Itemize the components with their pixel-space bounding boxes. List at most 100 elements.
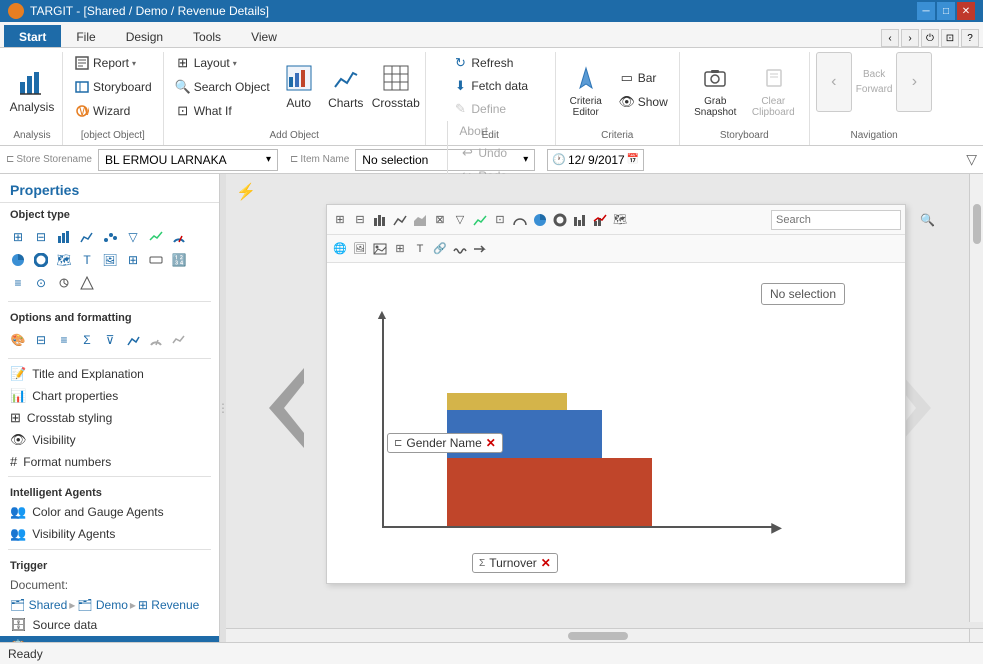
btn5-icon[interactable] bbox=[54, 273, 74, 293]
ct-donut[interactable] bbox=[551, 211, 569, 229]
image-icon[interactable]: 🖼 bbox=[100, 250, 120, 270]
tab-file[interactable]: File bbox=[61, 25, 110, 47]
tab-tools[interactable]: Tools bbox=[178, 25, 236, 47]
ct-cross[interactable]: ⊟ bbox=[351, 211, 369, 229]
canvas-area[interactable]: ⚡ ⊞ ⊟ bbox=[226, 174, 983, 642]
chart-properties-item[interactable]: 📊 Chart properties bbox=[0, 385, 219, 407]
demo-link[interactable]: 🗂 Demo bbox=[77, 598, 128, 612]
opt1-icon[interactable]: 🎨 bbox=[8, 330, 28, 350]
gender-filter-chip[interactable]: ⊏ Gender Name ✕ bbox=[387, 433, 503, 453]
fetch-data-button[interactable]: ⬇ Fetch data bbox=[447, 75, 533, 97]
line-chart-icon[interactable] bbox=[77, 227, 97, 247]
map-icon[interactable]: 🗺 bbox=[54, 250, 74, 270]
scroll-thumb-v[interactable] bbox=[973, 204, 981, 244]
chart-search-input[interactable] bbox=[776, 214, 918, 226]
layout-button[interactable]: ⊞ Layout ▾ bbox=[170, 52, 275, 74]
search-object-button[interactable]: 🔍 Search Object bbox=[170, 76, 275, 98]
btn6-icon[interactable] bbox=[77, 273, 97, 293]
opt2-icon[interactable]: ⊟ bbox=[31, 330, 51, 350]
btn1-icon[interactable] bbox=[146, 250, 166, 270]
ct-map[interactable]: 🗺 bbox=[611, 211, 629, 229]
tab-design[interactable]: Design bbox=[111, 25, 178, 47]
title-explanation-item[interactable]: 📝 Title and Explanation bbox=[0, 363, 219, 385]
tab-start[interactable]: Start bbox=[4, 25, 61, 47]
clear-clipboard-button[interactable]: ClearClipboard bbox=[746, 55, 800, 125]
color-gauge-item[interactable]: 👥 Color and Gauge Agents bbox=[0, 501, 219, 523]
wizard-button[interactable]: W Wizard bbox=[69, 100, 135, 122]
gender-chip-close[interactable]: ✕ bbox=[486, 436, 496, 450]
visibility-item[interactable]: 👁 Visibility bbox=[0, 429, 219, 451]
opt7-icon[interactable] bbox=[146, 330, 166, 350]
canvas-scrollbar-v[interactable] bbox=[969, 174, 983, 622]
visibility-agents-item[interactable]: 👥 Visibility Agents bbox=[0, 523, 219, 545]
scroll-thumb-h[interactable] bbox=[568, 632, 628, 640]
undo-button[interactable]: ↩ Undo bbox=[454, 142, 512, 164]
gauge-icon[interactable] bbox=[169, 227, 189, 247]
table-icon[interactable]: ⊞ bbox=[8, 227, 28, 247]
minimize-button[interactable]: ─ bbox=[917, 2, 935, 20]
refresh-button[interactable]: ↻ Refresh bbox=[447, 52, 518, 74]
crosstab-styling-item[interactable]: ⊞ Crosstab styling bbox=[0, 407, 219, 429]
properties-item[interactable]: 📋 Properties bbox=[0, 636, 219, 642]
ribbon-scroll-right[interactable]: › bbox=[901, 29, 919, 47]
ct-area[interactable] bbox=[411, 211, 429, 229]
bar-button[interactable]: ▭ Bar bbox=[614, 67, 673, 89]
define-button[interactable]: ✎ Define bbox=[447, 98, 511, 120]
show-button[interactable]: 👁 Show bbox=[614, 91, 673, 113]
ct2-wave[interactable] bbox=[451, 240, 469, 258]
opt8-icon[interactable] bbox=[169, 330, 189, 350]
ct2-link[interactable]: 🔗 bbox=[431, 240, 449, 258]
tab-view[interactable]: View bbox=[236, 25, 292, 47]
ct-table[interactable]: ⊞ bbox=[331, 211, 349, 229]
chart-object[interactable]: ⊞ ⊟ ⊠ ▽ ⊡ bbox=[326, 204, 906, 584]
ct2-img[interactable]: 🖼 bbox=[351, 240, 369, 258]
chart-search-box[interactable]: 🔍 bbox=[771, 210, 901, 230]
close-button[interactable]: ✕ bbox=[957, 2, 975, 20]
ct-bar[interactable] bbox=[371, 211, 389, 229]
filter-icon[interactable]: ▽ bbox=[123, 227, 143, 247]
format-numbers-item[interactable]: # Format numbers bbox=[0, 451, 219, 472]
text-icon[interactable]: T bbox=[77, 250, 97, 270]
ct2-grid[interactable]: ⊞ bbox=[391, 240, 409, 258]
turnover-filter-chip[interactable]: Σ Turnover ✕ bbox=[472, 553, 558, 573]
ct2-globe[interactable]: 🌐 bbox=[331, 240, 349, 258]
grab-snapshot-button[interactable]: GrabSnapshot bbox=[688, 55, 742, 125]
canvas-nav-left[interactable] bbox=[246, 363, 311, 453]
crosstab-icon[interactable]: ⊟ bbox=[31, 227, 51, 247]
report-button[interactable]: Report ▾ bbox=[69, 52, 141, 74]
opt5-icon[interactable]: ⊽ bbox=[100, 330, 120, 350]
breadcrumb-nav[interactable]: 🗂 Shared ▸ 🗂 Demo ▸ ⊞ Revenue bbox=[0, 596, 219, 614]
power-button[interactable]: ⏻ bbox=[921, 29, 939, 47]
date-picker-button[interactable]: 📅 bbox=[627, 154, 639, 165]
ct-gauge[interactable] bbox=[511, 211, 529, 229]
analysis-button[interactable]: Analysis bbox=[8, 55, 56, 125]
ct-pivot[interactable]: ⊡ bbox=[491, 211, 509, 229]
revenue-link[interactable]: ⊞ Revenue bbox=[138, 598, 199, 612]
opt3-icon[interactable]: ≡ bbox=[54, 330, 74, 350]
auto-button[interactable]: Auto bbox=[279, 52, 319, 120]
scatter-icon[interactable] bbox=[100, 227, 120, 247]
btn4-icon[interactable]: ⊙ bbox=[31, 273, 51, 293]
funnel-icon[interactable]: ▽ bbox=[966, 151, 977, 168]
bar-chart-icon[interactable] bbox=[54, 227, 74, 247]
ct2-arrow[interactable] bbox=[471, 240, 489, 258]
ct2-pic[interactable] bbox=[371, 240, 389, 258]
help-button[interactable]: ? bbox=[961, 29, 979, 47]
btn2-icon[interactable]: 🔢 bbox=[169, 250, 189, 270]
ct-pie[interactable] bbox=[531, 211, 549, 229]
opt6-icon[interactable] bbox=[123, 330, 143, 350]
forward-button[interactable]: › bbox=[896, 52, 932, 112]
ct2-text[interactable]: T bbox=[411, 240, 429, 258]
opt4-icon[interactable]: Σ bbox=[77, 330, 97, 350]
chart-canvas[interactable]: ▲ ▶ No selection ⊏ Gen bbox=[327, 263, 905, 583]
source-data-item[interactable]: 🗄 Source data bbox=[0, 614, 219, 636]
pie-icon[interactable] bbox=[8, 250, 28, 270]
grid-icon[interactable]: ⊞ bbox=[123, 250, 143, 270]
turnover-chip-close[interactable]: ✕ bbox=[541, 556, 551, 570]
shared-link[interactable]: 🗂 Shared bbox=[10, 598, 67, 612]
criteria-editor-button[interactable]: CriteriaEditor bbox=[562, 55, 610, 125]
ct-filter[interactable]: ▽ bbox=[451, 211, 469, 229]
kpi-icon[interactable] bbox=[146, 227, 166, 247]
date-filter[interactable]: 🕐 12/ 9/2017 📅 bbox=[547, 149, 644, 171]
ribbon-scroll-left[interactable]: ‹ bbox=[881, 29, 899, 47]
